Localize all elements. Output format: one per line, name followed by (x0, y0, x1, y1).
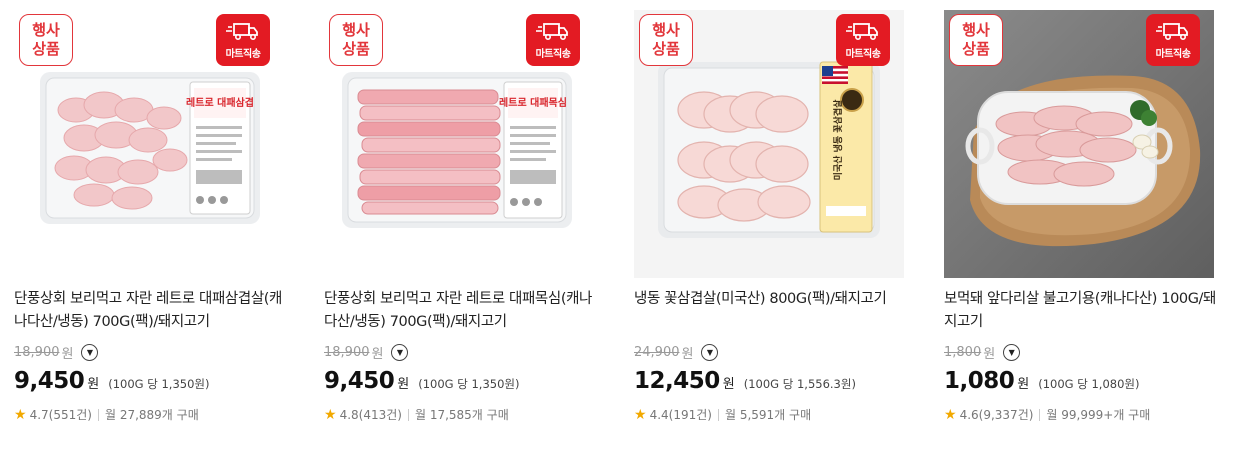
delivery-truck-icon (536, 23, 568, 41)
sale-price: 1,080 원 (100G 당 1,080원) (944, 368, 1140, 394)
product-image[interactable]: 행사 상품 마트직송 (324, 10, 594, 278)
original-price: 24,900 원 ▼ (634, 343, 719, 362)
sale-price: 9,450 원 (100G 당 1,350원) (14, 368, 210, 394)
rating-score: 4.8 (339, 407, 359, 422)
divider (97, 408, 99, 421)
chevron-down-circle-icon[interactable]: ▼ (701, 344, 719, 361)
svg-text:레트로 대패목심: 레트로 대패목심 (499, 96, 567, 109)
svg-text:미국산 냉동 꽃삼겹살: 미국산 냉동 꽃삼겹살 (832, 99, 844, 181)
unit-price: (100G 당 1,350원) (108, 377, 210, 391)
rating-row: ★ 4.6 (9,337건) 월 99,999+개 구매 (944, 406, 1150, 423)
rating-score: 4.7 (29, 407, 49, 422)
star-icon: ★ (634, 406, 647, 423)
unit-price: (100G 당 1,080원) (1038, 377, 1140, 391)
review-count: (191건) (668, 408, 712, 422)
star-icon: ★ (14, 406, 27, 423)
product-title[interactable]: 단풍상회 보리먹고 자란 레트로 대패목심(캐나다산/냉동) 700G(팩)/돼… (324, 288, 596, 334)
chevron-down-circle-icon[interactable]: ▼ (1003, 344, 1021, 361)
svg-text:레트로 대패삼겹: 레트로 대패삼겹 (186, 96, 254, 109)
sale-price: 12,450 원 (100G 당 1,556.3원) (634, 368, 856, 394)
divider (717, 408, 719, 421)
monthly-purchases: 월 27,889개 구매 (104, 408, 199, 422)
product-grid: 행사 상품 마트직송 레트로 대패삼겹 단풍상회 보리먹고 자란 레트로 대패삼… (0, 0, 1238, 451)
monthly-purchases: 월 5,591개 구매 (724, 408, 812, 422)
chevron-down-circle-icon[interactable]: ▼ (81, 344, 99, 361)
review-count: (413건) (358, 408, 402, 422)
mart-delivery-badge: 마트직송 (836, 14, 890, 66)
review-count: (551건) (48, 408, 92, 422)
event-badge: 행사 상품 (19, 14, 73, 66)
rating-row: ★ 4.7 (551건) 월 27,889개 구매 (14, 406, 199, 423)
event-badge: 행사 상품 (949, 14, 1003, 66)
product-title[interactable]: 단풍상회 보리먹고 자란 레트로 대패삼겹살(캐나다산/냉동) 700G(팩)/… (14, 288, 286, 334)
divider (407, 408, 409, 421)
mart-delivery-badge: 마트직송 (216, 14, 270, 66)
mart-delivery-badge: 마트직송 (526, 14, 580, 66)
monthly-purchases: 월 99,999+개 구매 (1046, 408, 1151, 422)
event-badge: 행사 상품 (329, 14, 383, 66)
rating-score: 4.4 (649, 407, 669, 422)
delivery-truck-icon (1156, 23, 1188, 41)
unit-price: (100G 당 1,556.3원) (743, 377, 856, 391)
product-card[interactable]: 행사 상품 마트직송 (324, 0, 602, 451)
us-flag (822, 66, 848, 84)
delivery-truck-icon (226, 23, 258, 41)
event-badge: 행사 상품 (639, 14, 693, 66)
original-price: 18,900 원 ▼ (14, 343, 99, 362)
rating-row: ★ 4.4 (191건) 월 5,591개 구매 (634, 406, 811, 423)
review-count: (9,337건) (978, 408, 1034, 422)
monthly-purchases: 월 17,585개 구매 (414, 408, 509, 422)
rating-score: 4.6 (959, 407, 979, 422)
original-price: 1,800 원 ▼ (944, 343, 1021, 362)
chevron-down-circle-icon[interactable]: ▼ (391, 344, 409, 361)
product-image[interactable]: 행사 상품 마트직송 (14, 10, 284, 278)
unit-price: (100G 당 1,350원) (418, 377, 520, 391)
product-image[interactable]: 행사 상품 마트직송 (944, 10, 1214, 278)
product-card[interactable]: 행사 상품 마트직송 (634, 0, 912, 451)
star-icon: ★ (324, 406, 337, 423)
rating-row: ★ 4.8 (413건) 월 17,585개 구매 (324, 406, 509, 423)
mart-delivery-badge: 마트직송 (1146, 14, 1200, 66)
sale-price: 9,450 원 (100G 당 1,350원) (324, 368, 520, 394)
original-price: 18,900 원 ▼ (324, 343, 409, 362)
product-image[interactable]: 행사 상품 마트직송 (634, 10, 904, 278)
product-title[interactable]: 보먹돼 앞다리살 불고기용(캐나다산) 100G/돼지고기 (944, 288, 1216, 334)
divider (1039, 408, 1041, 421)
product-card[interactable]: 행사 상품 마트직송 (944, 0, 1222, 451)
delivery-truck-icon (846, 23, 878, 41)
product-title[interactable]: 냉동 꽃삼겹살(미국산) 800G(팩)/돼지고기 (634, 288, 906, 311)
star-icon: ★ (944, 406, 957, 423)
product-card[interactable]: 행사 상품 마트직송 (14, 0, 292, 451)
